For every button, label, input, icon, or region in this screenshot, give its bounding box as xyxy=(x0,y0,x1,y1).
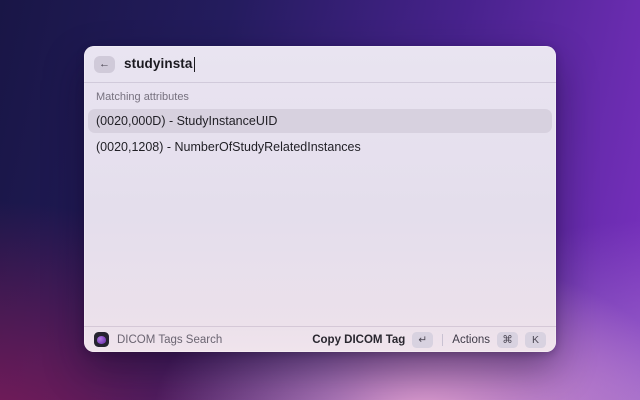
command-key-badge[interactable]: ⌘ xyxy=(497,331,518,348)
result-label: (0020,000D) - StudyInstanceUID xyxy=(96,114,278,128)
section-header: Matching attributes xyxy=(96,91,189,103)
result-row-number-of-study-related-instances[interactable]: (0020,1208) - NumberOfStudyRelatedInstan… xyxy=(88,135,552,159)
actions-button[interactable]: Actions xyxy=(452,334,490,346)
results-list: Matching attributes (0020,000D) - StudyI… xyxy=(84,83,556,326)
launcher-window: ← studyinsta Matching attributes (0020,0… xyxy=(84,46,556,352)
result-label: (0020,1208) - NumberOfStudyRelatedInstan… xyxy=(96,140,361,154)
actions-keys-group: ⌘ K xyxy=(490,331,546,348)
result-row-study-instance-uid[interactable]: (0020,000D) - StudyInstanceUID xyxy=(88,109,552,133)
back-button[interactable]: ← xyxy=(94,55,115,73)
app-name: DICOM Tags Search xyxy=(117,333,223,346)
search-bar: ← studyinsta xyxy=(84,46,556,82)
return-key-badge[interactable]: ↵ xyxy=(412,331,434,348)
footer-bar: DICOM Tags Search Copy DICOM Tag ↵ Actio… xyxy=(84,326,556,352)
k-key-badge[interactable]: K xyxy=(525,331,546,348)
footer-divider xyxy=(442,333,444,346)
search-input[interactable]: studyinsta xyxy=(124,55,196,73)
primary-action-label[interactable]: Copy DICOM Tag xyxy=(312,334,405,346)
back-arrow-icon: ← xyxy=(99,58,110,70)
dicom-app-icon xyxy=(94,332,109,347)
text-cursor xyxy=(193,57,196,72)
search-input-value: studyinsta xyxy=(124,56,193,71)
